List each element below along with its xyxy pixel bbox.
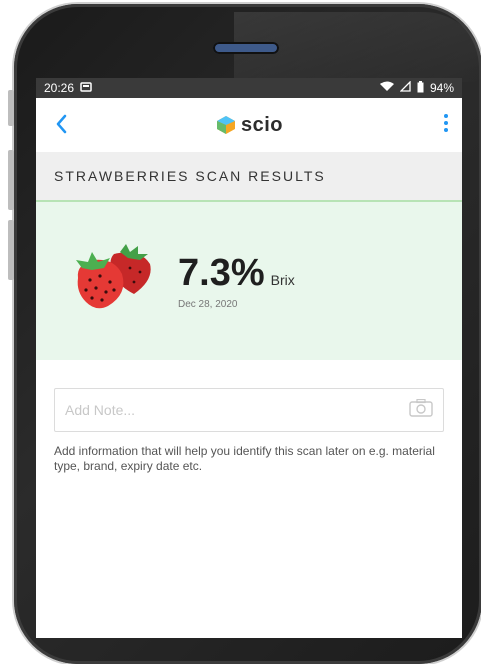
side-button [8, 90, 14, 126]
strawberry-icon [68, 242, 160, 317]
side-button [8, 220, 14, 280]
more-options-button[interactable] [444, 114, 450, 132]
chevron-left-icon [56, 114, 67, 134]
back-button[interactable] [54, 112, 68, 141]
note-help-text: Add information that will help you ident… [54, 444, 435, 473]
result-unit: Brix [270, 272, 295, 288]
page-title: STRAWBERRIES SCAN RESULTS [36, 152, 462, 202]
more-vertical-dot [444, 121, 448, 125]
battery-icon [417, 80, 424, 96]
add-note-input[interactable]: Add Note... [54, 388, 444, 432]
signal-icon [399, 80, 411, 95]
note-section: Add Note... Add information that will he… [36, 360, 462, 474]
more-vertical-icon [444, 114, 448, 118]
camera-icon[interactable] [409, 398, 433, 422]
status-time: 20:26 [44, 81, 75, 95]
earpiece-speaker [213, 42, 279, 54]
status-bar: 20:26 94% [36, 78, 462, 98]
wifi-icon [379, 81, 394, 95]
logo-text: scio [240, 113, 284, 136]
note-placeholder: Add Note... [65, 402, 136, 418]
side-button [8, 150, 14, 210]
scio-logo-icon [216, 116, 235, 134]
result-value: 7.3% [178, 252, 265, 294]
scan-result-card: 7.3% Brix Dec 28, 2020 [36, 202, 462, 360]
notification-icon [80, 81, 92, 95]
app-bar: scio [36, 98, 462, 152]
app-logo: scio [215, 114, 283, 137]
screen: 20:26 94% scio STRAWBERRIES SCAN RESULTS… [36, 78, 462, 638]
more-vertical-dot [444, 128, 448, 132]
scan-result: 7.3% Brix Dec 28, 2020 [178, 252, 295, 310]
result-date: Dec 28, 2020 [178, 299, 238, 310]
battery-percent: 94% [429, 81, 454, 95]
